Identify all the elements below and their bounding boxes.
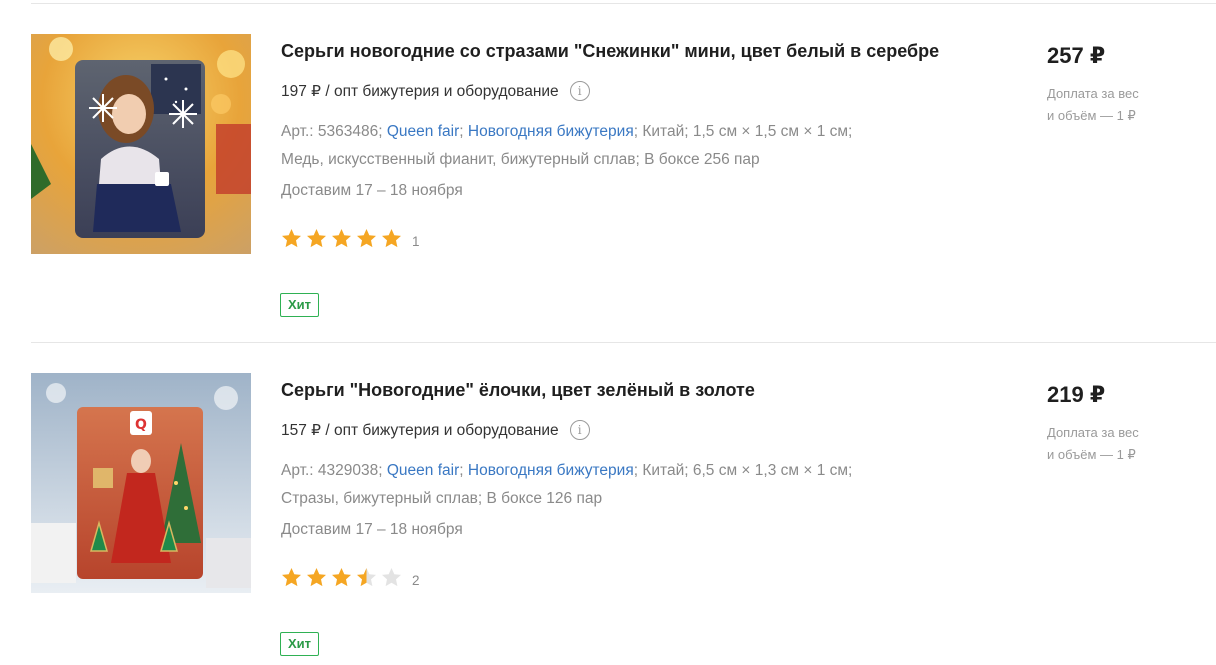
product-title[interactable]: Серьги новогодние со стразами "Снежинки"… [281, 41, 939, 62]
surcharge-line: и объём — 1 ₽ [1047, 108, 1136, 123]
product-photo-snowflake-earrings [31, 34, 251, 254]
brand-link[interactable]: Queen fair [387, 462, 459, 479]
category-link[interactable]: Новогодняя бижутерия [468, 123, 634, 140]
wholesale-price: 197 ₽ / опт бижутерия и оборудование i [281, 81, 590, 101]
star-icon [381, 228, 406, 250]
spec-dimensions: ; Китай; 1,5 см × 1,5 см × 1 см; [633, 123, 853, 140]
product-title[interactable]: Серьги "Новогодние" ёлочки, цвет зелёный… [281, 380, 755, 401]
product-specs: Арт.: 5363486; Queen fair; Новогодняя би… [281, 118, 852, 173]
delivery-date: Доставим 17 – 18 ноября [281, 521, 463, 538]
surcharge-line: Доплата за вес [1047, 86, 1139, 101]
info-icon[interactable]: i [569, 81, 590, 101]
star-icon [381, 567, 406, 589]
hit-badge: Хит [280, 632, 320, 656]
rating-count: 2 [412, 573, 420, 588]
article-number: Арт.: 5363486; [281, 123, 387, 140]
price: 257 ₽ [1047, 43, 1106, 68]
info-icon[interactable]: i [569, 420, 590, 440]
spec-separator: ; [459, 462, 468, 479]
product-card: Серьги новогодние со стразами "Снежинки"… [0, 4, 1216, 343]
product-specs: Арт.: 4329038; Queen fair; Новогодняя би… [281, 457, 852, 512]
article-number: Арт.: 4329038; [281, 462, 387, 479]
rating[interactable]: 2 [281, 567, 420, 594]
svg-text:Q: Q [135, 417, 147, 433]
delivery-date: Доставим 17 – 18 ноября [281, 182, 463, 199]
star-icon [356, 567, 381, 589]
spec-dimensions: ; Китай; 6,5 см × 1,3 см × 1 см; [633, 462, 853, 479]
star-icon [331, 228, 356, 250]
brand-link[interactable]: Queen fair [387, 123, 459, 140]
product-image[interactable] [31, 34, 251, 254]
product-card: Q Серьги "Новогодние" ёлочки, цвет зелён… [0, 343, 1216, 665]
rating[interactable]: 1 [281, 228, 420, 255]
wholesale-text: 197 ₽ / опт бижутерия и оборудование [281, 82, 559, 100]
price: 219 ₽ [1047, 382, 1106, 407]
surcharge-line: Доплата за вес [1047, 425, 1139, 440]
spec-materials: Стразы, бижутерный сплав; В боксе 126 па… [281, 489, 603, 507]
rating-count: 1 [412, 234, 420, 249]
category-link[interactable]: Новогодняя бижутерия [468, 462, 634, 479]
star-icon [306, 228, 331, 250]
star-icon [281, 228, 306, 250]
surcharge-note: Доплата за вес и объём — 1 ₽ [1047, 83, 1177, 127]
star-icon [281, 567, 306, 589]
hit-badge: Хит [280, 293, 320, 317]
product-photo-christmas-tree-earrings: Q [31, 373, 251, 593]
spec-separator: ; [459, 123, 468, 140]
product-image[interactable]: Q [31, 373, 251, 593]
rating-stars [281, 567, 406, 594]
surcharge-line: и объём — 1 ₽ [1047, 447, 1136, 462]
star-icon [306, 567, 331, 589]
star-icon [331, 567, 356, 589]
star-icon [356, 228, 381, 250]
spec-materials: Медь, искусственный фианит, бижутерный с… [281, 150, 760, 168]
rating-stars [281, 228, 406, 255]
wholesale-price: 157 ₽ / опт бижутерия и оборудование i [281, 420, 590, 440]
wholesale-text: 157 ₽ / опт бижутерия и оборудование [281, 421, 559, 439]
surcharge-note: Доплата за вес и объём — 1 ₽ [1047, 422, 1177, 466]
